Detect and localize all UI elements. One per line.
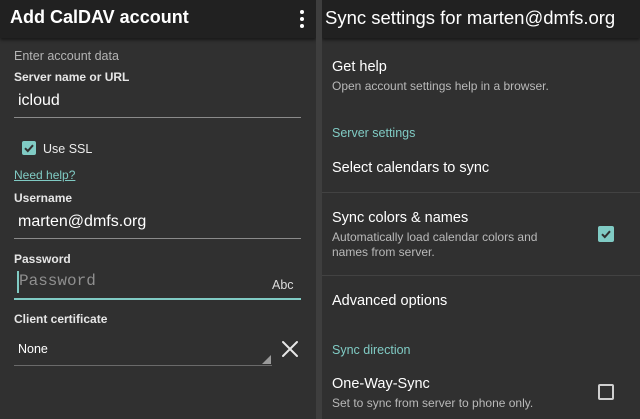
pref-select-calendars[interactable]: Select calendars to sync [322, 146, 640, 192]
server-settings-header: Server settings [332, 126, 416, 140]
password-input[interactable]: Password [19, 272, 96, 290]
use-ssl-checkbox[interactable] [22, 141, 36, 155]
one-way-sync-title: One-Way-Sync [332, 376, 430, 392]
username-input[interactable]: marten@dmfs.org [18, 213, 146, 231]
server-underline [14, 117, 301, 118]
section-label: Enter account data [14, 49, 119, 63]
right-toolbar: Sync settings for marten@dmfs.org [322, 0, 640, 38]
sync-colors-summary-line1: Automatically load calendar colors and [332, 230, 538, 244]
username-label: Username [14, 191, 73, 205]
advanced-options-title: Advanced options [332, 293, 448, 309]
pref-one-way-sync[interactable]: One-Way-Sync Set to sync from server to … [322, 364, 640, 419]
close-icon[interactable] [280, 339, 300, 359]
password-underline [14, 298, 301, 300]
certificate-label: Client certificate [14, 312, 108, 326]
sync-settings-panel: Sync settings for marten@dmfs.org Get he… [322, 0, 640, 419]
one-way-sync-summary: Set to sync from server to phone only. [332, 396, 534, 410]
server-input[interactable]: icloud [18, 92, 60, 110]
server-label: Server name or URL [14, 70, 130, 84]
certificate-value: None [18, 342, 48, 356]
keyboard-hint: Abc [272, 278, 294, 292]
pref-advanced-options[interactable]: Advanced options [322, 276, 640, 324]
left-toolbar: Add CalDAV account [0, 0, 316, 38]
sync-colors-summary-line2: names from server. [332, 245, 435, 259]
pref-get-help[interactable]: Get help Open account settings help in a… [322, 50, 640, 98]
one-way-sync-checkbox[interactable] [598, 384, 614, 400]
checkmark-icon [601, 230, 611, 239]
username-underline [14, 238, 301, 239]
sync-direction-header: Sync direction [332, 343, 411, 357]
certificate-select[interactable]: None [14, 336, 272, 366]
need-help-link[interactable]: Need help? [14, 168, 75, 182]
overflow-menu-icon[interactable] [290, 4, 314, 34]
password-label: Password [14, 252, 71, 266]
use-ssl-label: Use SSL [43, 142, 93, 156]
sync-settings-title: Sync settings for marten@dmfs.org [325, 7, 616, 28]
add-account-panel: Add CalDAV account Enter account data Se… [0, 0, 316, 419]
checkmark-icon [24, 144, 34, 153]
select-calendars-title: Select calendars to sync [332, 160, 490, 176]
get-help-title: Get help [332, 59, 387, 75]
dropdown-corner-icon [262, 355, 271, 364]
certificate-underline [14, 365, 272, 366]
sync-colors-title: Sync colors & names [332, 210, 469, 226]
page-title: Add CalDAV account [10, 7, 189, 27]
sync-colors-checkbox[interactable] [598, 226, 614, 242]
pref-sync-colors[interactable]: Sync colors & names Automatically load c… [322, 193, 640, 275]
get-help-summary: Open account settings help in a browser. [332, 79, 549, 93]
